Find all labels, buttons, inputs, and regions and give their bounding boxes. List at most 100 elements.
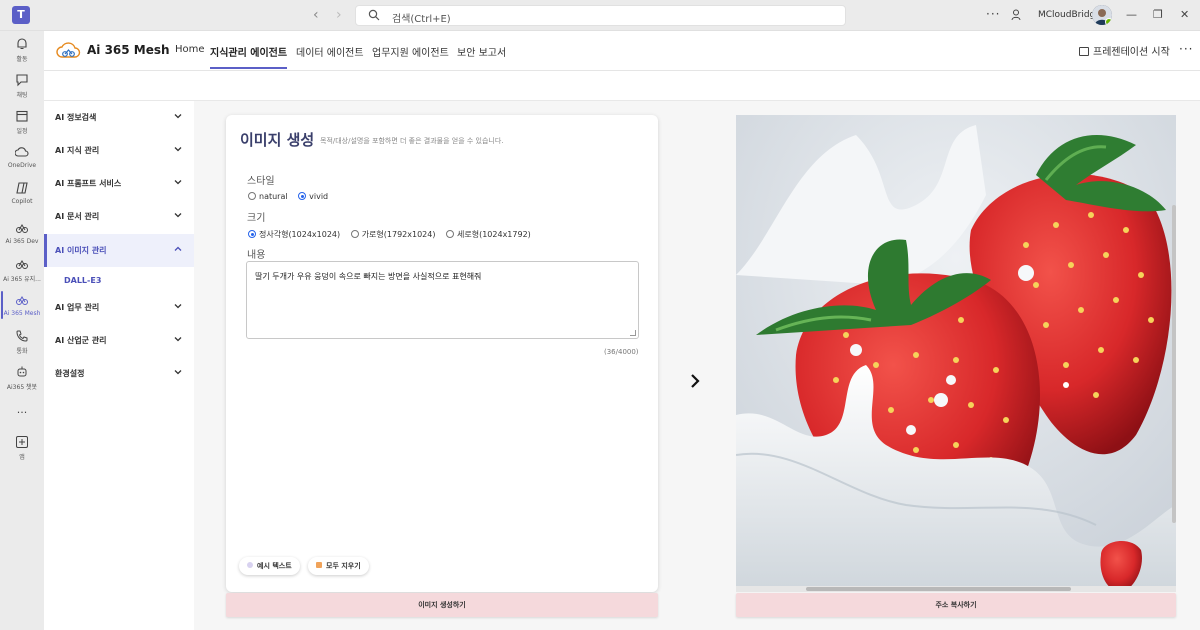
sidebar-item-info-search[interactable]: AI 정보검색 — [44, 101, 194, 134]
search-icon — [368, 9, 380, 21]
forward-arrow-icon[interactable]: › — [336, 7, 342, 23]
copy-address-button[interactable]: 주소 복사하기 — [736, 593, 1176, 617]
search-input[interactable]: 검색(Ctrl+E) — [355, 5, 846, 26]
menu-data-agent[interactable]: 데이터 에이전트 — [296, 44, 364, 59]
sidebar-item-prompt[interactable]: AI 프롬프트 서비스 — [44, 167, 194, 200]
style-option-natural[interactable]: natural — [248, 192, 288, 201]
strawberry-milk-image — [736, 115, 1176, 592]
chevron-down-icon — [174, 337, 182, 342]
sidebar-subitem-dalle3[interactable]: DALL-E3 — [64, 276, 101, 285]
example-icon — [247, 562, 253, 568]
more-options-icon[interactable]: ··· — [1179, 42, 1193, 56]
rail-item-ai365-mesh[interactable]: Ai 365 Mesh — [0, 291, 44, 319]
page-description: 목적/대상/설명을 포함하면 더 좋은 결과물을 얻을 수 있습니다. — [320, 137, 504, 145]
present-icon — [1079, 47, 1089, 56]
rail-item-calls[interactable]: 통화 — [0, 329, 44, 355]
image-vertical-scrollbar[interactable] — [1172, 205, 1176, 523]
cloud-bike-icon — [16, 296, 28, 305]
style-option-vivid[interactable]: vivid — [298, 192, 328, 201]
sidebar-item-document[interactable]: AI 문서 관리 — [44, 200, 194, 233]
rail-item-ai365-dev[interactable]: Ai 365 Dev — [0, 221, 44, 245]
page-title: 이미지 생성 — [240, 131, 315, 149]
rail-item-apps[interactable]: 앱 — [0, 435, 44, 461]
generate-image-button[interactable]: 이미지 생성하기 — [226, 593, 658, 617]
rail-item-chat[interactable]: 채팅 — [0, 73, 44, 99]
chevron-down-icon — [174, 147, 182, 152]
rail-item-calendar[interactable]: 일정 — [0, 109, 44, 135]
bot-icon — [17, 366, 27, 377]
presence-icon — [1105, 18, 1112, 25]
size-option-square[interactable]: 정사각형(1024x1024) — [248, 229, 340, 240]
eraser-icon — [316, 562, 322, 568]
teams-title-bar: T ‹ › 검색(Ctrl+E) ··· MCloudBridge — ❐ ✕ — [0, 0, 1200, 31]
clear-all-button[interactable]: 모두 지우기 — [308, 557, 369, 575]
image-form-card: 이미지 생성 목적/대상/설명을 포함하면 더 좋은 결과물을 얻을 수 있습니… — [226, 115, 658, 592]
radio-checked-icon — [298, 192, 307, 200]
rail-item-activity[interactable]: 활동 — [0, 37, 44, 63]
chevron-down-icon — [174, 180, 182, 185]
app-subheader — [44, 71, 1200, 101]
rail-item-copilot[interactable]: Copilot — [0, 181, 44, 205]
sidebar-item-image[interactable]: AI 이미지 관리 — [44, 234, 194, 267]
main-content: 이미지 생성 목적/대상/설명을 포함하면 더 좋은 결과물을 얻을 수 있습니… — [194, 101, 1200, 630]
resize-handle[interactable] — [630, 330, 636, 336]
people-settings-icon[interactable] — [1011, 9, 1023, 21]
search-placeholder: 검색(Ctrl+E) — [392, 14, 451, 25]
sidebar-item-knowledge[interactable]: AI 지식 관리 — [44, 134, 194, 167]
rail-item-onedrive[interactable]: OneDrive — [0, 145, 44, 169]
chevron-down-icon — [174, 304, 182, 309]
content-text: 딸기 두개가 우유 웅덩이 속으로 빠지는 방면을 사실적으로 표현해줘 — [255, 272, 482, 281]
example-text-button[interactable]: 예시 텍스트 — [239, 557, 300, 575]
add-app-icon — [16, 436, 28, 448]
image-horizontal-scrollbar[interactable] — [736, 586, 1176, 592]
teams-logo-icon[interactable]: T — [12, 6, 30, 24]
present-button[interactable]: 프레젠테이션 시작 — [1079, 43, 1170, 58]
close-icon[interactable]: ✕ — [1180, 8, 1189, 21]
radio-checked-icon — [248, 230, 256, 238]
restore-icon[interactable]: ❐ — [1153, 8, 1163, 21]
char-counter: (36/4000) — [604, 348, 639, 356]
more-icon: ... — [16, 403, 28, 416]
menu-security-report[interactable]: 보안 보고서 — [457, 44, 506, 59]
generated-image — [736, 115, 1176, 592]
present-label: 프레젠테이션 시작 — [1093, 47, 1170, 58]
size-radio-group: 정사각형(1024x1024) 가로형(1792x1024) 세로형(1024x… — [248, 229, 539, 240]
menu-work-support-agent[interactable]: 업무지원 에이전트 — [372, 44, 449, 59]
cloud-bike-icon — [16, 260, 28, 269]
sidebar-item-settings[interactable]: 환경설정 — [44, 357, 194, 390]
radio-icon — [446, 230, 455, 238]
style-radio-group: natural vivid — [248, 192, 336, 201]
size-option-landscape[interactable]: 가로형(1792x1024) — [350, 229, 435, 240]
chevron-down-icon — [174, 370, 182, 375]
app-header: Ai 365 Mesh Home 지식관리 에이전트 데이터 에이전트 업무지원… — [44, 31, 1200, 71]
content-textarea[interactable]: 딸기 두개가 우유 웅덩이 속으로 빠지는 방면을 사실적으로 표현해줘 — [246, 261, 639, 339]
scrollbar-thumb[interactable] — [806, 587, 1071, 591]
more-horizontal-icon[interactable]: ··· — [986, 7, 1000, 21]
menu-home[interactable]: Home — [175, 44, 205, 55]
chevron-down-icon — [174, 114, 182, 119]
sidebar-item-industry[interactable]: AI 산업군 관리 — [44, 324, 194, 357]
cloud-icon — [15, 147, 29, 157]
avatar[interactable] — [1092, 5, 1112, 25]
chevron-right-icon[interactable] — [688, 373, 702, 389]
chat-icon — [16, 74, 28, 87]
bell-icon — [17, 38, 27, 50]
chevron-up-icon — [174, 246, 182, 251]
menu-knowledge-agent[interactable]: 지식관리 에이전트 — [210, 44, 288, 69]
style-label: 스타일 — [247, 176, 275, 187]
copilot-icon — [16, 182, 28, 194]
rail-item-more[interactable]: ... — [0, 403, 44, 416]
phone-icon — [16, 330, 28, 342]
brand-name[interactable]: Ai 365 Mesh — [87, 43, 170, 57]
content-label: 내용 — [247, 250, 266, 261]
sidebar: AI 정보검색 AI 지식 관리 AI 프롬프트 서비스 AI 문서 관리 AI… — [44, 101, 194, 630]
rail-item-ai365-maintenance[interactable]: Ai 365 유지... — [0, 257, 44, 283]
radio-icon — [248, 192, 256, 200]
sidebar-item-work[interactable]: AI 업무 관리 — [44, 291, 194, 324]
back-arrow-icon[interactable]: ‹ — [313, 7, 319, 23]
minimize-icon[interactable]: — — [1126, 8, 1137, 21]
size-option-portrait[interactable]: 세로형(1024x1792) — [446, 229, 531, 240]
rail-item-chatbot[interactable]: Ai365 챗봇 — [0, 365, 44, 391]
size-label: 크기 — [247, 213, 266, 224]
radio-icon — [350, 230, 359, 238]
